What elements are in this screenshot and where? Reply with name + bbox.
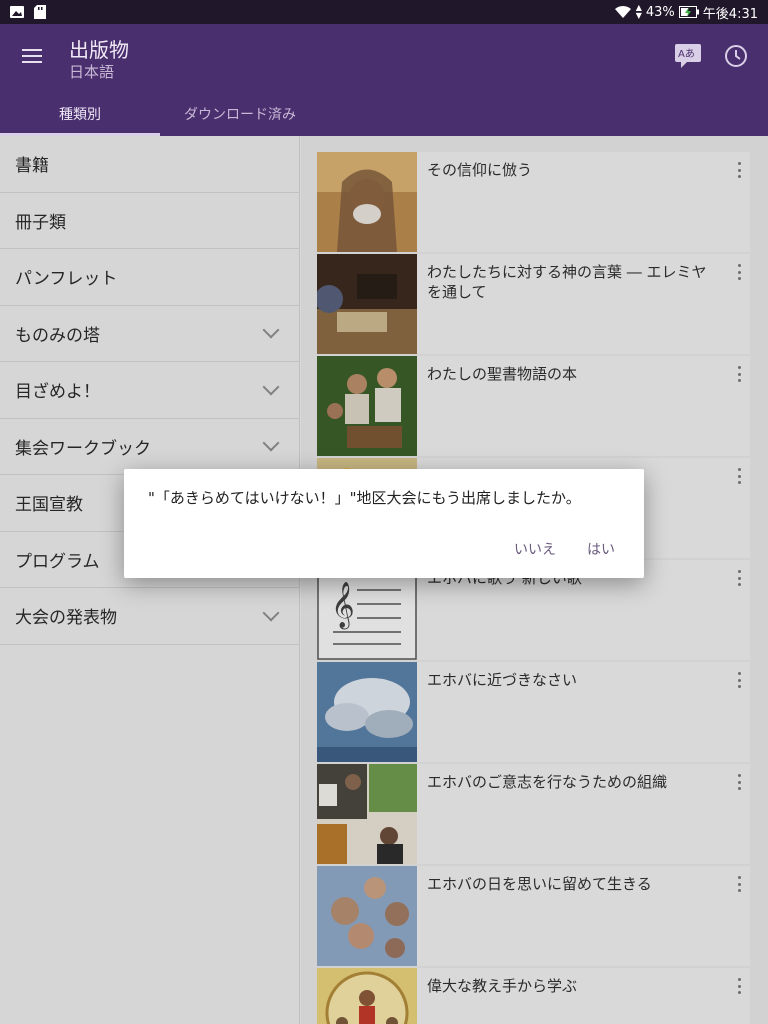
svg-text:Aあ: Aあ	[678, 48, 695, 60]
menu-icon[interactable]	[22, 44, 50, 68]
tab-by-type[interactable]: 種類別	[0, 100, 160, 136]
tab-bar: 種類別 ダウンロード済み	[0, 100, 320, 136]
dialog-scrim[interactable]	[0, 136, 768, 1024]
battery-charging-icon	[678, 6, 699, 18]
clock: 午後4:31	[702, 6, 758, 22]
image-icon	[10, 6, 24, 18]
battery-percent: 43%	[645, 4, 675, 20]
tab-downloaded[interactable]: ダウンロード済み	[160, 100, 320, 136]
wifi-icon	[614, 5, 631, 18]
status-bar: ▲ ▼ 43% 午後4:31	[0, 0, 768, 24]
history-icon[interactable]	[723, 43, 749, 69]
dialog-message: "「あきらめてはいけない！」"地区大会にもう出席しましたか。	[148, 489, 581, 507]
no-button[interactable]: いいえ	[514, 539, 556, 559]
data-arrows-icon: ▲ ▼	[635, 3, 642, 20]
language-icon[interactable]: Aあ	[673, 42, 703, 70]
page-subtitle: 日本語	[69, 63, 115, 81]
convention-dialog: "「あきらめてはいけない！」"地区大会にもう出席しましたか。 いいえ はい	[124, 469, 644, 578]
yes-button[interactable]: はい	[587, 539, 615, 559]
app-bar: 出版物 日本語 Aあ 種類別 ダウンロード済み	[0, 24, 768, 136]
page-title: 出版物	[69, 38, 129, 62]
sdcard-icon	[34, 5, 46, 19]
